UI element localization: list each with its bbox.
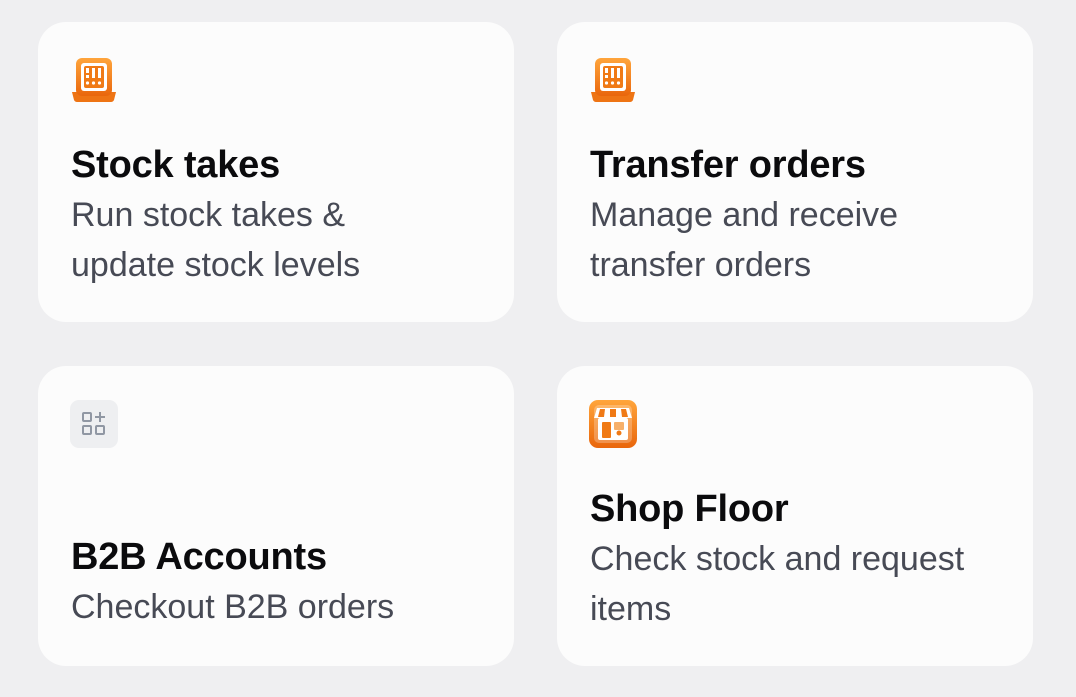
transfer-orders-card[interactable]: Transfer orders Manage and receive trans…: [557, 22, 1033, 322]
card-subtitle: Check stock and request items: [590, 540, 965, 628]
card-title: Shop Floor: [590, 488, 789, 530]
stock-counter-icon: [70, 56, 118, 104]
card-subtitle: Run stock takes & update stock levels: [71, 196, 361, 284]
shop-floor-card[interactable]: Shop Floor Check stock and request items: [557, 366, 1033, 666]
card-title: Transfer orders: [590, 144, 866, 186]
stock-counter-icon: [589, 56, 637, 104]
apps-add-icon: [70, 400, 118, 448]
storefront-icon: [589, 400, 637, 448]
card-title: B2B Accounts: [71, 536, 327, 578]
b2b-accounts-card[interactable]: B2B Accounts Checkout B2B orders: [38, 366, 514, 666]
card-subtitle: Manage and receive transfer orders: [590, 196, 899, 284]
card-subtitle: Checkout B2B orders: [71, 588, 395, 626]
card-title: Stock takes: [71, 144, 281, 186]
stock-takes-card[interactable]: Stock takes Run stock takes & update sto…: [38, 22, 514, 322]
